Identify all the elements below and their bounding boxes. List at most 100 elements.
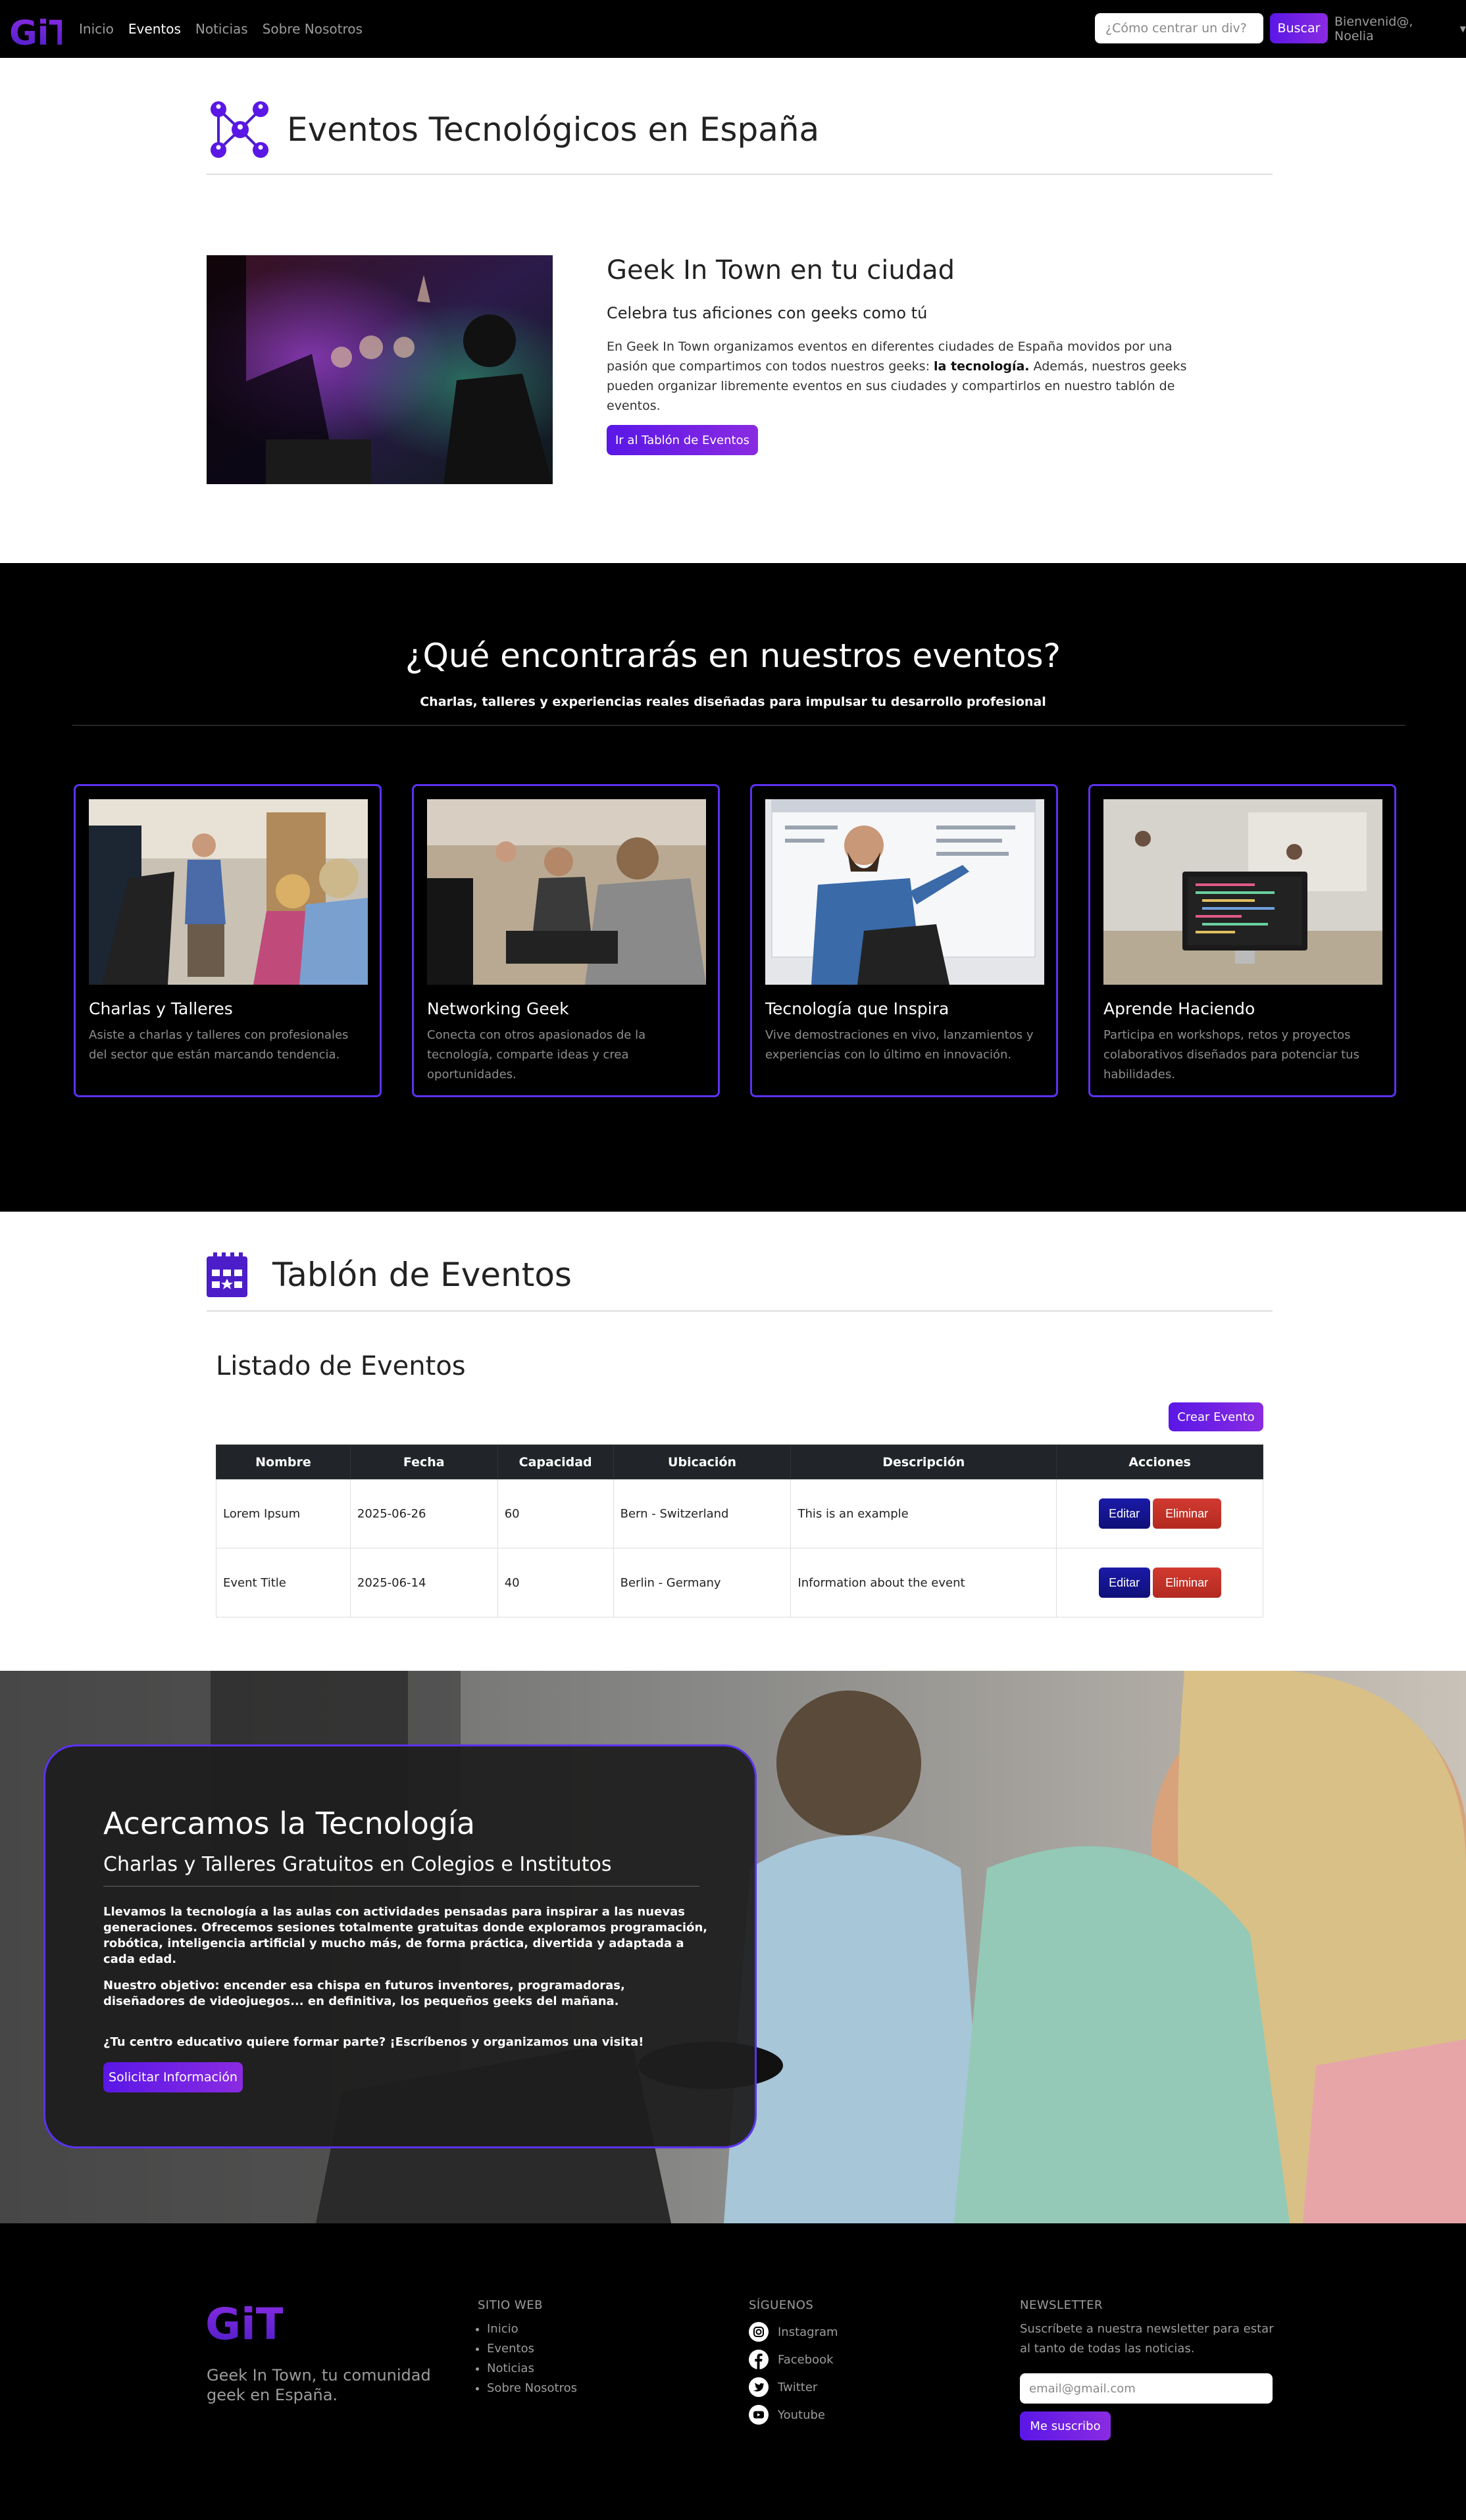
column-header: Capacidad [497,1445,614,1479]
cell-description: Information about the event [790,1548,1057,1618]
feature-image [427,799,706,985]
schools-paragraph: Nuestro objetivo: encender esa chispa en… [103,1979,625,2008]
cell-location: Berlin - Germany [613,1548,792,1618]
schools-paragraph: ¿Tu centro educativo quiere formar parte… [103,2035,644,2049]
delete-button[interactable]: Eliminar [1152,1498,1221,1529]
feature-image [1103,799,1382,985]
cell-capacity: 40 [497,1548,614,1618]
table-header-row: Nombre Fecha Capacidad Ubicación Descrip… [216,1445,1263,1479]
divider [103,1886,699,1887]
social-label: Youtube [778,2408,825,2422]
feature-text: Asiste a charlas y talleres con profesio… [89,1028,349,1062]
page-title: Eventos Tecnológicos en España [287,111,820,149]
hero-description: En Geek In Town organizamos eventos en d… [607,339,1187,413]
social-label: Facebook [778,2352,834,2367]
schools-panel: Acercamos la Tecnología Charlas y Taller… [43,1744,757,2148]
footer-newsletter-title: NEWSLETTER [1020,2298,1103,2312]
table-row: Event Title 2025-06-14 40 Berlin - Germa… [216,1548,1263,1618]
edit-button[interactable]: Editar [1098,1568,1150,1598]
delete-button[interactable]: Eliminar [1152,1568,1221,1598]
features-title: ¿Qué encontrarás en nuestros eventos? [405,637,1061,675]
board-title: Tablón de Eventos [272,1256,572,1294]
cell-capacity: 60 [497,1479,614,1548]
feature-card: Tecnología que Inspira Vive demostracion… [750,784,1058,1097]
table-row: Lorem Ipsum 2025-06-26 60 Bern - Switzer… [216,1479,1263,1548]
schools-subtitle: Charlas y Talleres Gratuitos en Colegios… [103,1853,612,1876]
feature-card: Aprende Haciendo Participa en workshops,… [1088,784,1396,1097]
feature-title: Aprende Haciendo [1103,999,1255,1018]
social-instagram[interactable]: Instagram [749,2322,838,2342]
nav-link-noticias[interactable]: Noticias [195,21,248,37]
divider [207,174,1273,175]
footer-tagline: Geek In Town, tu comunidad geek en Españ… [207,2366,431,2404]
footer-site-links: Inicio Eventos Noticias Sobre Nosotros [487,2319,577,2398]
nav-link-inicio[interactable]: Inicio [79,21,114,37]
footer-link-noticias[interactable]: Noticias [487,2359,577,2379]
column-header: Ubicación [613,1445,792,1479]
newsletter-email-input[interactable] [1020,2373,1273,2404]
svg-text:GiT: GiT [205,2299,283,2344]
hero-subtitle: Celebra tus aficiones con geeks como tú [607,304,928,322]
nav-link-eventos[interactable]: Eventos [128,21,181,37]
feature-text: Vive demostraciones en vivo, lanzamiento… [765,1028,1034,1062]
footer-link-sobre-nosotros[interactable]: Sobre Nosotros [487,2379,577,2398]
feature-text: Conecta con otros apasionados de la tecn… [427,1028,646,1081]
create-event-button[interactable]: Crear Evento [1169,1402,1263,1431]
social-youtube[interactable]: Youtube [749,2405,825,2425]
feature-card: Networking Geek Conecta con otros apasio… [412,784,720,1097]
column-header: Nombre [216,1445,351,1479]
features-subtitle: Charlas, talleres y experiencias reales … [420,695,1046,709]
nav-link-sobre-nosotros[interactable]: Sobre Nosotros [263,21,363,37]
hero-image [207,255,553,484]
footer-follow-title: SÍGUENOS [749,2298,814,2312]
events-table: Nombre Fecha Capacidad Ubicación Descrip… [216,1445,1263,1618]
cell-actions: Editar Eliminar [1056,1548,1263,1618]
user-label: Bienvenid@, Noelia [1334,14,1413,43]
schools-section: Acercamos la Tecnología Charlas y Taller… [0,1671,1466,2223]
hero-title: Geek In Town en tu ciudad [607,255,955,285]
youtube-icon [749,2405,769,2425]
cell-date: 2025-06-14 [349,1548,498,1618]
user-menu[interactable]: Bienvenid@, Noelia ▼ [1334,0,1466,58]
cell-actions: Editar Eliminar [1056,1479,1263,1548]
feature-text: Participa en workshops, retos y proyecto… [1103,1028,1359,1081]
newsletter-text: Suscríbete a nuestra newsletter para est… [1020,2322,1274,2356]
footer-link-inicio[interactable]: Inicio [487,2319,577,2339]
facebook-icon [749,2350,769,2369]
cell-date: 2025-06-26 [349,1479,498,1548]
git-logo[interactable]: GiT [205,2294,283,2344]
footer-link-eventos[interactable]: Eventos [487,2339,577,2359]
twitter-icon [749,2377,769,2397]
schools-paragraph: Llevamos la tecnología a las aulas con a… [103,1905,708,1966]
cell-name: Event Title [216,1548,351,1618]
network-people-icon [211,101,268,158]
chevron-down-icon: ▼ [1459,24,1466,34]
nav-links: Inicio Eventos Noticias Sobre Nosotros [79,0,363,58]
cell-name: Lorem Ipsum [216,1479,351,1548]
feature-title: Tecnología que Inspira [765,999,949,1018]
feature-title: Charlas y Talleres [89,999,233,1018]
board-header: Tablón de Eventos [207,1252,572,1297]
social-twitter[interactable]: Twitter [749,2377,817,2397]
features-section: ¿Qué encontrarás en nuestros eventos? Ch… [0,563,1466,1212]
subscribe-button[interactable]: Me suscribo [1020,2411,1111,2440]
search-input[interactable] [1095,13,1263,43]
request-info-button[interactable]: Solicitar Información [103,2062,243,2092]
column-header: Fecha [349,1445,498,1479]
feature-image [89,799,368,985]
schools-title: Acercamos la Tecnología [103,1806,476,1841]
search-button[interactable]: Buscar [1270,13,1328,43]
column-header: Acciones [1056,1445,1263,1479]
social-label: Twitter [778,2380,818,2394]
go-to-board-button[interactable]: Ir al Tablón de Eventos [607,425,758,455]
edit-button[interactable]: Editar [1098,1498,1150,1529]
social-facebook[interactable]: Facebook [749,2350,834,2369]
git-logo[interactable]: GiT [9,8,62,50]
page-header: Eventos Tecnológicos en España [205,95,819,164]
social-label: Instagram [778,2325,838,2339]
divider [72,725,1405,726]
footer-site-title: SITIO WEB [478,2298,543,2312]
instagram-icon [749,2322,769,2342]
hero-text: Geek In Town en tu ciudad Celebra tus af… [607,255,1212,416]
calendar-icon [207,1252,247,1297]
